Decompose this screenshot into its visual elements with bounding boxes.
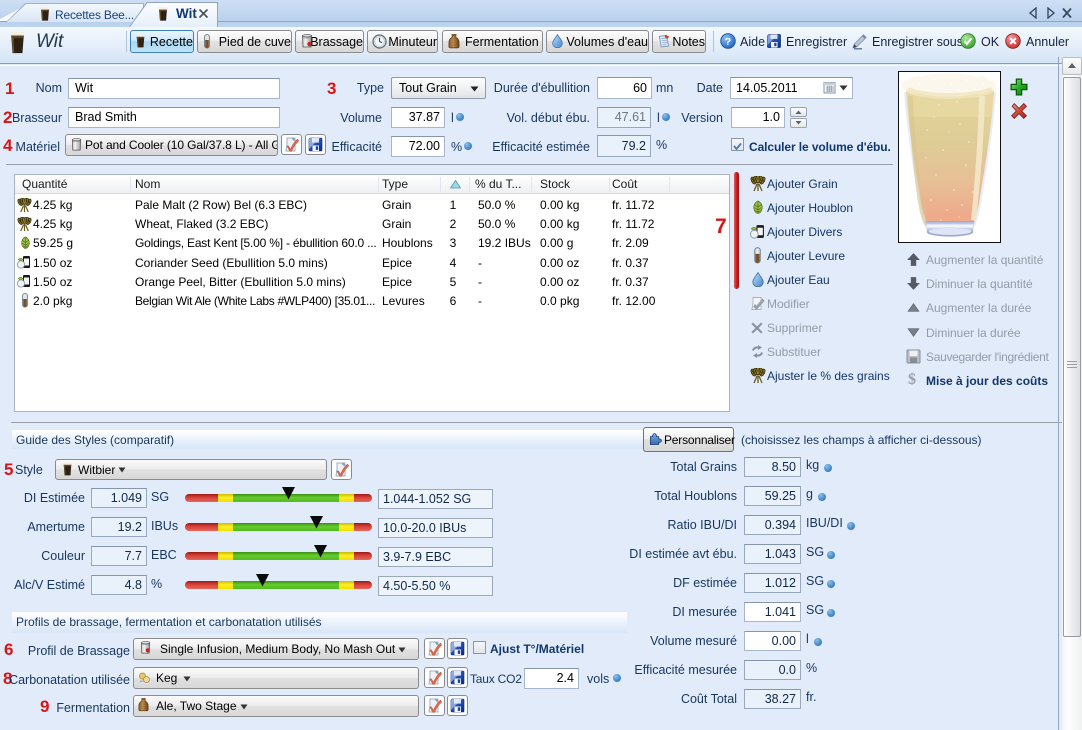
svg-text:?: ? (725, 36, 731, 48)
